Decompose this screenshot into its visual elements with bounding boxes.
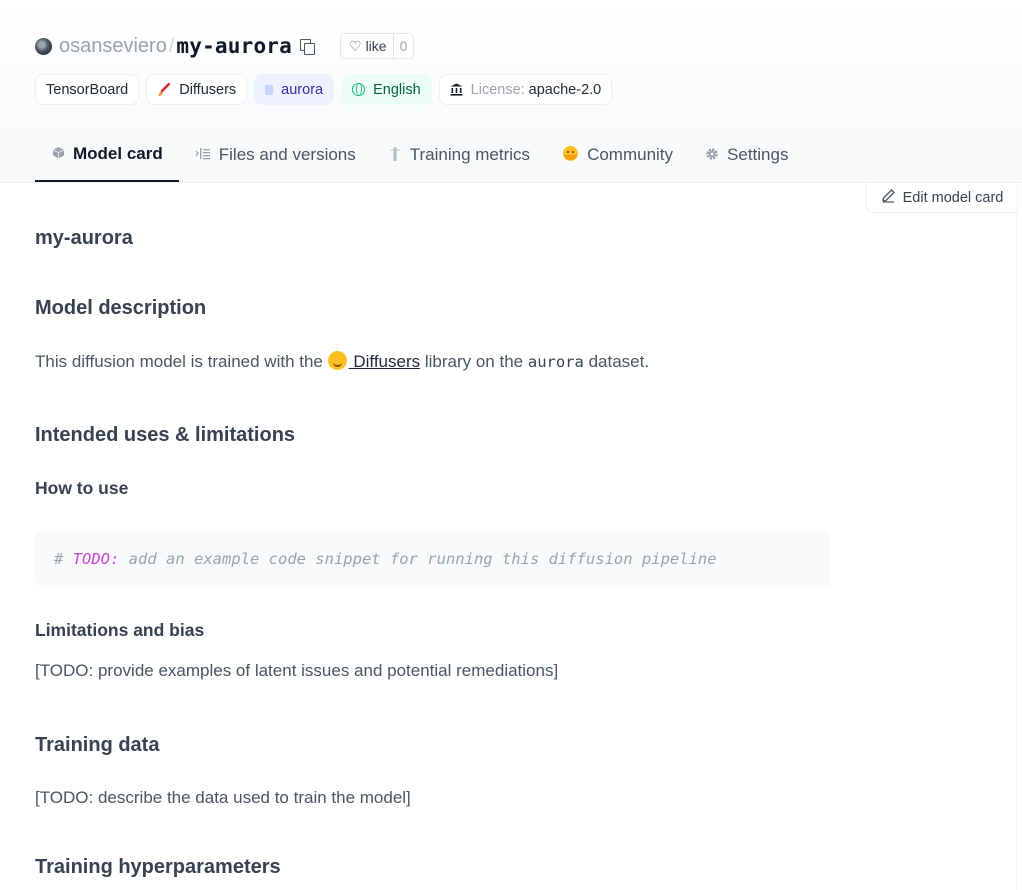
diffusers-link[interactable]: Diffusers xyxy=(327,351,421,371)
community-emoji-icon xyxy=(562,145,579,165)
tab-settings[interactable]: Settings xyxy=(689,128,804,182)
tab-label: Community xyxy=(587,145,674,164)
heading-model-description: Model description xyxy=(35,297,207,319)
tag-language-english[interactable]: English xyxy=(341,74,432,105)
like-button[interactable]: ♡ like 0 xyxy=(340,33,415,59)
heart-icon: ♡ xyxy=(349,38,362,54)
pencil-icon xyxy=(881,188,896,207)
model-description-text: This diffusion model is trained with the… xyxy=(35,351,649,372)
tag-list: TensorBoard Diffusers aurora English Lic… xyxy=(35,74,613,105)
diffusers-link-label: Diffusers xyxy=(348,352,421,371)
heading-training-hyperparameters: Training hyperparameters xyxy=(35,856,281,878)
tag-label: apache-2.0 xyxy=(528,81,602,98)
code-comment-text: add an example code snippet for running … xyxy=(119,550,717,568)
repo-title-row: osanseviero / my-aurora ♡ like 0 xyxy=(35,33,415,59)
files-icon xyxy=(195,147,211,163)
limitations-text: [TODO: provide examples of latent issues… xyxy=(35,661,559,680)
tab-files-and-versions[interactable]: Files and versions xyxy=(179,128,372,182)
tab-training-metrics[interactable]: Training metrics xyxy=(372,128,546,182)
repo-tabs: Model card Files and versions Training m… xyxy=(35,128,804,182)
description-mid: library on the xyxy=(420,352,528,371)
cube-icon xyxy=(52,146,65,162)
edit-model-card-button[interactable]: Edit model card xyxy=(866,183,1018,213)
tag-diffusers[interactable]: Diffusers xyxy=(146,74,248,105)
metrics-icon xyxy=(388,146,402,165)
heading-training-data: Training data xyxy=(35,734,160,756)
tab-label: Files and versions xyxy=(218,145,356,164)
training-data-text: [TODO: describe the data used to train t… xyxy=(35,788,411,807)
code-todo-keyword: TODO: xyxy=(72,550,120,568)
tag-license[interactable]: License: apache-2.0 xyxy=(438,74,613,105)
edit-model-card-label: Edit model card xyxy=(902,189,1004,206)
tag-label: English xyxy=(373,81,421,98)
description-after: dataset. xyxy=(583,352,650,371)
sidebar-divider xyxy=(1016,213,1017,890)
repo-name[interactable]: my-aurora xyxy=(176,34,292,58)
gear-icon xyxy=(705,147,719,164)
repo-owner-link[interactable]: osanseviero xyxy=(59,35,167,58)
repo-header: osanseviero / my-aurora ♡ like 0 TensorB… xyxy=(0,0,1022,183)
tag-label: Diffusers xyxy=(179,81,237,98)
bank-icon xyxy=(450,83,463,96)
avatar[interactable] xyxy=(35,37,52,55)
tab-label: Model card xyxy=(73,144,163,163)
tag-dataset-aurora[interactable]: aurora xyxy=(254,74,335,105)
dataset-code: aurora xyxy=(527,353,584,371)
hugging-face-emoji-icon xyxy=(327,351,347,370)
like-label: like xyxy=(365,38,387,54)
heading-limitations: Limitations and bias xyxy=(35,620,205,640)
brush-icon xyxy=(157,82,171,97)
heading-intended-uses: Intended uses & limitations xyxy=(35,424,296,446)
heading-how-to-use: How to use xyxy=(35,478,129,498)
copy-icon[interactable] xyxy=(300,38,316,55)
tag-label: aurora xyxy=(281,81,324,98)
dataset-icon xyxy=(265,84,274,95)
like-count[interactable]: 0 xyxy=(394,38,414,54)
tag-tensorboard[interactable]: TensorBoard xyxy=(35,74,140,105)
code-comment-prefix: # xyxy=(54,550,73,568)
tab-label: Settings xyxy=(727,145,789,164)
card-title: my-aurora xyxy=(35,227,133,249)
tag-label: TensorBoard xyxy=(46,81,129,98)
repo-separator: / xyxy=(168,34,175,57)
tab-model-card[interactable]: Model card xyxy=(35,128,179,182)
tab-label: Training metrics xyxy=(409,145,531,164)
license-prefix: License: xyxy=(470,81,525,98)
code-block: # TODO: add an example code snippet for … xyxy=(35,531,831,587)
tab-community[interactable]: Community xyxy=(546,128,689,182)
description-before: This diffusion model is trained with the xyxy=(35,352,323,371)
like-toggle[interactable]: ♡ like xyxy=(341,34,394,58)
globe-icon xyxy=(352,83,366,96)
